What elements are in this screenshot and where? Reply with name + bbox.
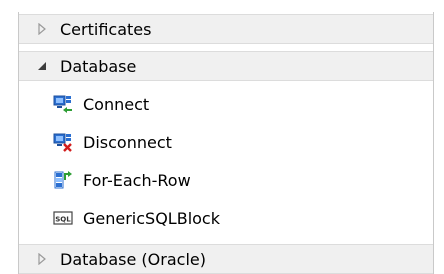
database-connect-icon: [53, 94, 73, 114]
toolbox-item-for-each-row[interactable]: For-Each-Row: [19, 164, 433, 196]
for-each-row-icon: [53, 170, 73, 190]
category-label: Certificates: [60, 19, 152, 39]
category-certificates[interactable]: Certificates: [19, 14, 433, 44]
item-label: Disconnect: [83, 132, 172, 152]
toolbox-item-disconnect[interactable]: Disconnect: [19, 126, 433, 158]
toolbox-item-generic-sql-block[interactable]: SQL GenericSQLBlock: [19, 202, 433, 234]
category-label: Database (Oracle): [60, 249, 206, 269]
item-label: Connect: [83, 94, 150, 114]
category-database[interactable]: Database: [19, 51, 433, 81]
item-label: GenericSQLBlock: [83, 208, 220, 228]
toolbox-item-connect[interactable]: Connect: [19, 88, 433, 120]
svg-text:SQL: SQL: [55, 216, 71, 224]
expand-arrow-icon[interactable]: [37, 253, 47, 265]
item-label: For-Each-Row: [83, 170, 191, 190]
toolbox-panel: Certificates Database Connect Disconnect…: [18, 12, 434, 274]
category-label: Database: [60, 56, 137, 76]
expand-arrow-icon[interactable]: [37, 23, 47, 35]
database-disconnect-icon: [53, 132, 73, 152]
collapse-arrow-icon[interactable]: [37, 60, 47, 72]
category-database-oracle[interactable]: Database (Oracle): [19, 244, 433, 274]
sql-block-icon: SQL: [53, 208, 73, 228]
